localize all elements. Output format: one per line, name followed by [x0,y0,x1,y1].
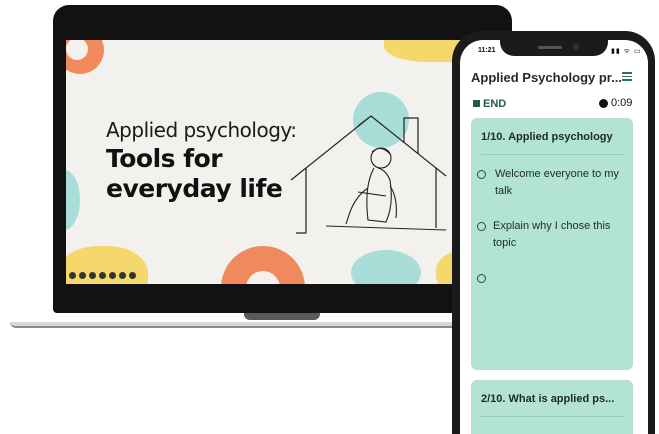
house-illustration [290,115,447,234]
blob-teal-bottom [351,250,421,284]
stop-icon[interactable] [473,100,480,107]
grid-icon[interactable] [99,272,106,279]
notes-card-2[interactable]: 2/10. What is applied ps... [471,380,633,434]
slide-title-line2: Tools for everyday life [106,144,283,203]
view-icon[interactable] [119,272,126,279]
slide-title-line1: Applied psychology: [106,118,297,142]
timer-value: 0:09 [611,97,633,109]
bullet-icon [477,170,486,179]
pen-icon[interactable] [79,272,86,279]
card-title: 2/10. What is applied ps... [481,393,615,405]
timer-icon [599,99,608,108]
speaker-icon [538,46,562,49]
camera-icon [573,44,579,50]
forward-icon[interactable] [129,272,136,279]
blob-teal-left [66,170,80,230]
note-bullet-1: Welcome everyone to my talk [495,168,619,197]
screen-icon[interactable] [109,272,116,279]
slide-toolbar [69,272,136,279]
bullet-icon [477,222,486,231]
app-title: Applied Psychology pr... [471,70,621,85]
divider [481,154,625,155]
notes-card-1[interactable]: 1/10. Applied psychology Welcome everyon… [471,118,633,370]
divider [481,416,625,417]
laptop-hinge [244,313,320,320]
bullet-icon [477,274,486,283]
status-time: 11:21 [478,47,496,54]
slide-screen: Applied psychology: Tools for everyday l… [66,40,498,284]
end-button[interactable]: END [483,98,506,110]
stage: Applied psychology: Tools for everyday l… [0,0,659,434]
back-icon[interactable] [69,272,76,279]
zoom-icon[interactable] [89,272,96,279]
status-icons: ▮▮ ᯤ ▭ [611,48,642,55]
card-title: 1/10. Applied psychology [481,131,613,143]
menu-icon[interactable] [622,72,632,81]
laptop-base [10,322,462,328]
note-bullet-2: Explain why I chose this topic [493,220,611,249]
